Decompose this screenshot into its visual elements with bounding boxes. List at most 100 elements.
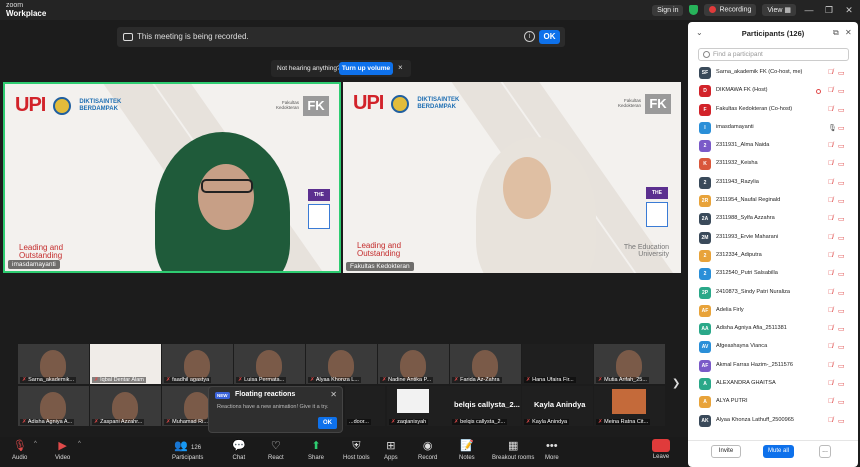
mic-muted-icon[interactable]: 🎙̸	[828, 270, 833, 277]
restore-icon[interactable]: ❐	[822, 4, 836, 16]
next-page-arrow-icon[interactable]: ❯	[672, 378, 680, 389]
popup-ok-button[interactable]: OK	[318, 417, 337, 429]
breakout-rooms-button[interactable]: ▦ Breakout rooms	[492, 439, 534, 461]
video-off-icon[interactable]: ▭	[838, 252, 845, 260]
mic-muted-icon[interactable]: 🎙̸	[828, 197, 833, 204]
participant-search-input[interactable]: Find a participant	[698, 48, 849, 61]
thumbnail-tile[interactable]: ✗ Nadine Antika P...	[378, 344, 449, 384]
thumbnail-tile[interactable]: ✗ Sarna_akademik...	[18, 344, 89, 384]
mic-muted-icon[interactable]: 🎙̸	[828, 179, 833, 186]
video-off-icon[interactable]: ▭	[838, 417, 845, 425]
video-off-icon[interactable]: ▭	[838, 362, 845, 370]
chat-button[interactable]: 💬 Chat	[232, 439, 246, 461]
video-off-icon[interactable]: ▭	[838, 87, 845, 95]
video-off-icon[interactable]: ▭	[838, 325, 845, 333]
apps-button[interactable]: ⊞ Apps	[384, 439, 398, 461]
mic-muted-icon[interactable]: 🎙̸	[828, 69, 833, 76]
participant-row[interactable]: AA Adisha Agniya Afia_2511381 🎙̸ ▭	[688, 320, 858, 338]
participant-row[interactable]: 2M 2311993_Ervie Maharani 🎙̸ ▭	[688, 229, 858, 247]
video-off-icon[interactable]: ▭	[838, 289, 845, 297]
mute-all-button[interactable]: Mute all	[763, 445, 794, 458]
video-tile-second[interactable]: UPI DIKTISAINTEK BERDAMPAK Fakultas Kedokt…	[343, 82, 681, 273]
participant-row[interactable]: F Fakultas Kedokteran (Co-host) 🎙̸ ▭	[688, 101, 858, 119]
invite-button[interactable]: Invite	[711, 445, 741, 458]
security-shield-icon[interactable]	[689, 5, 699, 15]
participant-row[interactable]: Iimasdamayanti 🎙 ▭	[688, 119, 858, 137]
participant-row[interactable]: 2P 2410873_Sindy Patri Nuraliza 🎙̸ ▭	[688, 284, 858, 302]
thumbnail-tile[interactable]: ✗ Adisha Agniya A...	[18, 386, 89, 426]
turn-up-volume-button[interactable]: Turn up volume	[339, 62, 393, 75]
participant-row[interactable]: AK Alyaa Khonza Lathuff_2500965 🎙̸ ▭	[688, 412, 858, 430]
video-off-icon[interactable]: ▭	[838, 398, 845, 406]
thumbnail-tile[interactable]: ✗ Zaspani Azzahr...	[90, 386, 161, 426]
video-button[interactable]: ▶ Video	[55, 439, 70, 461]
participant-row[interactable]: D DIKMAWA FK (Host) 🎙̸ ▭	[688, 82, 858, 100]
video-off-icon[interactable]: ▭	[838, 160, 845, 168]
participant-row[interactable]: K 2311932_Keisha 🎙̸ ▭	[688, 155, 858, 173]
participant-row[interactable]: 2 2311943_Razylia 🎙̸ ▭	[688, 174, 858, 192]
video-off-icon[interactable]: ▭	[838, 179, 845, 187]
video-tile-active[interactable]: UPI DIKTISAINTEK BERDAMPAK Fakultas Kedokt…	[3, 82, 341, 273]
panel-close-icon[interactable]: ✕	[845, 28, 852, 37]
mic-muted-icon[interactable]: 🎙̸	[828, 289, 833, 296]
thumbnail-tile[interactable]: ✗ Farida Az-Zahra	[450, 344, 521, 384]
mic-muted-icon[interactable]: 🎙̸	[828, 106, 833, 113]
mic-on-icon[interactable]: 🎙	[828, 124, 837, 132]
view-button[interactable]: View ▦	[762, 4, 796, 16]
participant-row[interactable]: 2A 2311988_Sylfa Azzahra 🎙̸ ▭	[688, 210, 858, 228]
mic-muted-icon[interactable]: 🎙̸	[828, 87, 833, 94]
mic-muted-icon[interactable]: 🎙̸	[828, 215, 833, 222]
participant-row[interactable]: A ALEXANDRA GHAITSA 🎙̸ ▭	[688, 375, 858, 393]
video-off-icon[interactable]: ▭	[838, 197, 845, 205]
thumbnail-tile[interactable]: ✗ Alyaa Khonza L...	[306, 344, 377, 384]
react-button[interactable]: ♡ React	[268, 439, 284, 461]
mic-muted-icon[interactable]: 🎙̸	[828, 362, 833, 369]
video-off-icon[interactable]: ▭	[838, 380, 845, 388]
thumbnail-tile[interactable]: ✗ Iqbal Dentar Alam	[90, 344, 161, 384]
participant-row[interactable]: SF Sarna_akademik FK (Co-host, me) 🎙̸ ▭	[688, 64, 858, 82]
thumbnail-tile[interactable]: ✗ Luisa Permata...	[234, 344, 305, 384]
participants-button[interactable]: 👥 126 Participants	[172, 439, 203, 461]
mic-muted-icon[interactable]: 🎙̸	[828, 398, 833, 405]
participant-row[interactable]: 2R 2311954_Naufal Reginald 🎙̸ ▭	[688, 192, 858, 210]
popup-close-icon[interactable]: ✕	[330, 390, 337, 399]
participant-row[interactable]: 2 2312334_Adiputra 🎙̸ ▭	[688, 247, 858, 265]
participant-row[interactable]: AV Afgeashayna Vianca 🎙̸ ▭	[688, 338, 858, 356]
participant-row[interactable]: 2 2312540_Putri Salsabilla 🎙̸ ▭	[688, 265, 858, 283]
participant-row[interactable]: AF Akmal Farras Hazim-_2511576 🎙̸ ▭	[688, 357, 858, 375]
mic-muted-icon[interactable]: 🎙̸	[828, 142, 833, 149]
thumbnail-tile[interactable]: ✗ faadhil agastya	[162, 344, 233, 384]
recording-ok-button[interactable]: OK	[539, 30, 560, 44]
thumbnail-tile[interactable]: ...door...	[345, 386, 385, 426]
thumbnail-tile[interactable]: ✗ zaqianisyah	[387, 386, 458, 426]
video-caret-icon[interactable]: ^	[78, 441, 81, 447]
thumbnail-tile[interactable]: ✗ Meina Ratna Cit...	[594, 386, 665, 426]
record-button[interactable]: ◉ Record	[418, 439, 437, 461]
mic-muted-icon[interactable]: 🎙̸	[828, 307, 833, 314]
close-icon[interactable]: ✕	[842, 4, 856, 16]
leave-button[interactable]: Leave	[652, 439, 670, 460]
more-button[interactable]: ••• More	[545, 439, 559, 461]
video-off-icon[interactable]: ▭	[838, 234, 845, 242]
mic-muted-icon[interactable]: 🎙̸	[828, 417, 833, 424]
minimize-icon[interactable]: —	[802, 4, 816, 16]
video-off-icon[interactable]: ▭	[838, 124, 845, 132]
panel-more-button[interactable]: ...	[819, 445, 831, 458]
pop-out-icon[interactable]: ⧉	[833, 28, 839, 38]
mic-muted-icon[interactable]: 🎙̸	[828, 343, 833, 350]
video-off-icon[interactable]: ▭	[838, 307, 845, 315]
video-off-icon[interactable]: ▭	[838, 270, 845, 278]
participant-row[interactable]: 2 2311931_Alma Naida 🎙̸ ▭	[688, 137, 858, 155]
info-icon[interactable]: i	[524, 31, 535, 42]
thumbnail-tile[interactable]: ✗ Hana Ufaira Fir...	[522, 344, 593, 384]
thumbnail-tile[interactable]: Kayla Anindya ✗ Kayla Anindya	[522, 386, 593, 426]
host-tools-button[interactable]: ⛨ Host tools	[343, 439, 370, 461]
video-off-icon[interactable]: ▭	[838, 69, 845, 77]
mic-muted-icon[interactable]: 🎙̸	[828, 325, 833, 332]
audio-button[interactable]: 🎙 Audio	[12, 439, 27, 461]
thumbnail-tile[interactable]: ✗ Mutia Arifah_25...	[594, 344, 665, 384]
video-off-icon[interactable]: ▭	[838, 142, 845, 150]
mic-muted-icon[interactable]: 🎙̸	[828, 234, 833, 241]
mic-muted-icon[interactable]: 🎙̸	[828, 160, 833, 167]
mic-muted-icon[interactable]: 🎙̸	[828, 380, 833, 387]
